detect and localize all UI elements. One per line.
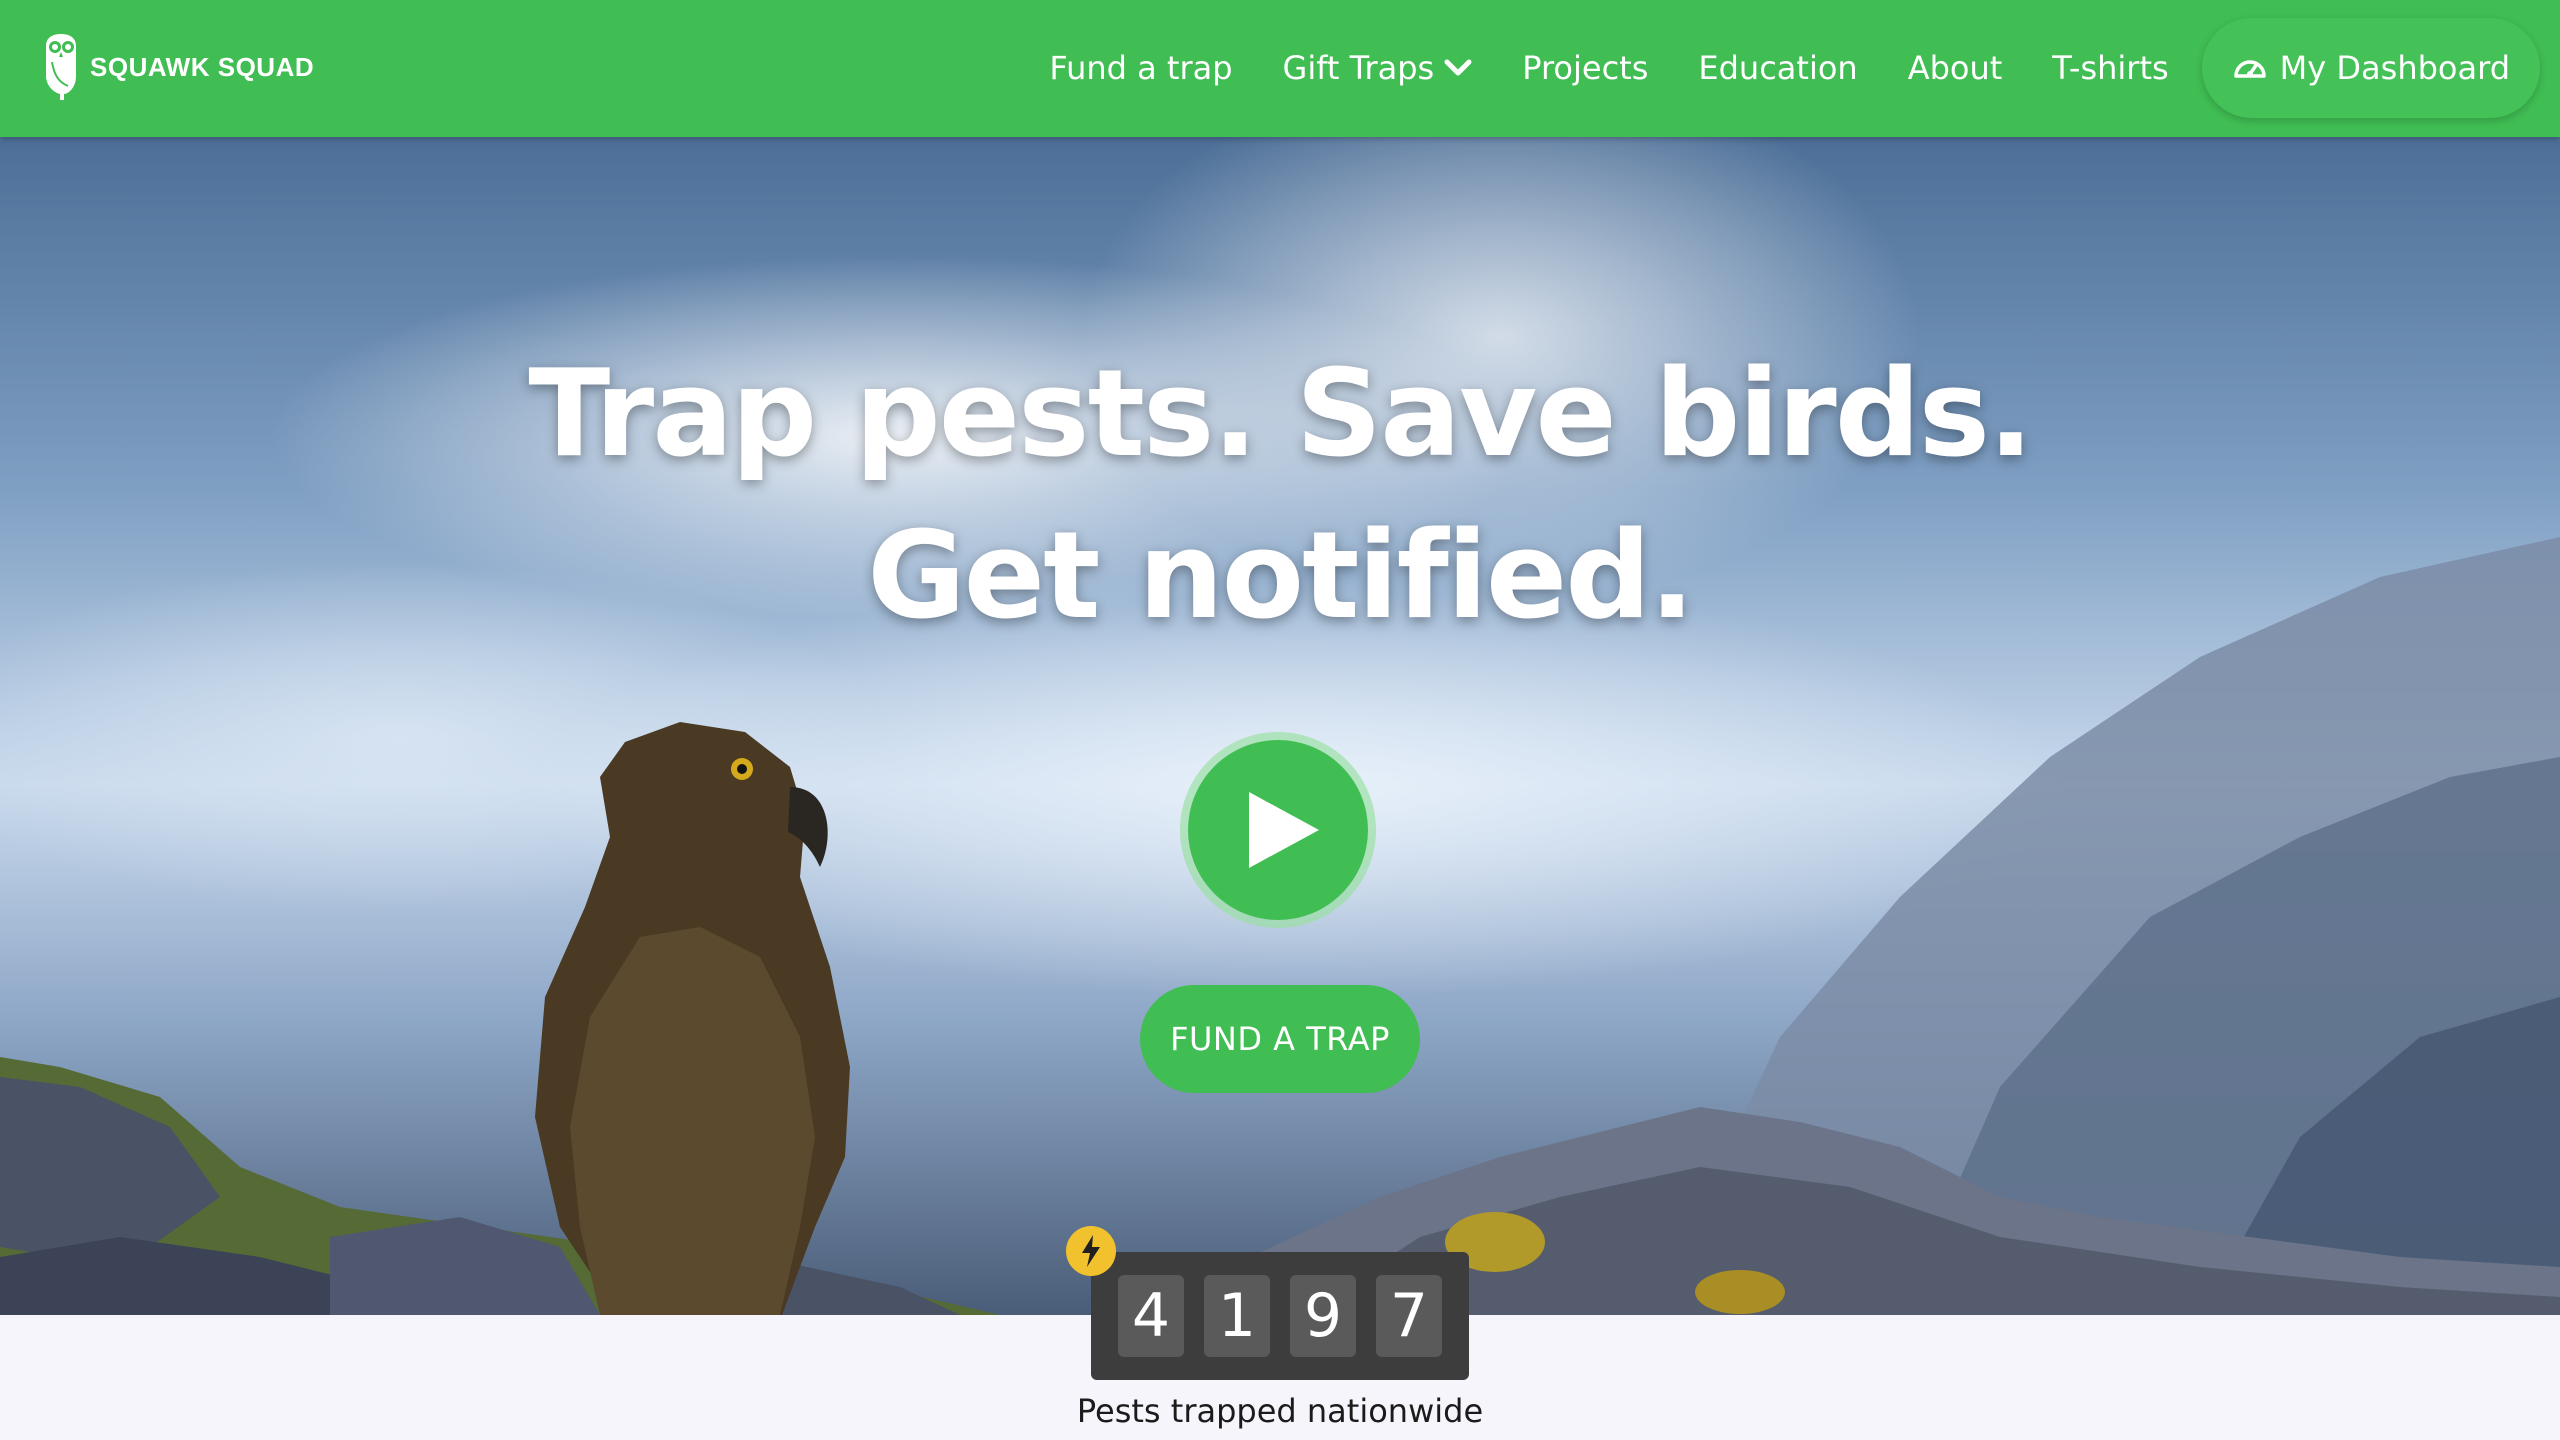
hero-headline-line1: Trap pests. Save birds.: [528, 345, 2033, 484]
nav-about[interactable]: About: [1883, 49, 2028, 87]
nav-label: Gift Traps: [1282, 49, 1435, 87]
brand-logo[interactable]: SQUAWK SQUAD: [38, 32, 314, 102]
nav-label: About: [1907, 49, 2003, 87]
nav-t-shirts[interactable]: T-shirts: [2027, 49, 2193, 87]
counter-digit: 1: [1204, 1275, 1270, 1357]
fund-a-trap-button[interactable]: FUND A TRAP: [1140, 985, 1420, 1093]
hero-background-photo: [0, 537, 2560, 1315]
nav-fund-a-trap[interactable]: Fund a trap: [1024, 49, 1257, 87]
nav-label: T-shirts: [2052, 49, 2169, 87]
nav-education[interactable]: Education: [1673, 49, 1882, 87]
dashboard-label: My Dashboard: [2279, 49, 2510, 87]
lightning-bolt-icon: [1066, 1226, 1116, 1276]
play-video-button[interactable]: [1188, 740, 1368, 920]
hero-headline-line2: Get notified.: [867, 507, 1695, 646]
counter-digit: 4: [1118, 1275, 1184, 1357]
nav-label: Projects: [1522, 49, 1649, 87]
counter-digit: 9: [1290, 1275, 1356, 1357]
nav-label: Fund a trap: [1049, 49, 1233, 87]
nav-gift-traps[interactable]: Gift Traps: [1258, 49, 1498, 87]
nav-projects[interactable]: Projects: [1497, 49, 1673, 87]
nav-label: Education: [1698, 49, 1858, 87]
owl-icon: [46, 34, 76, 100]
brand-name: SQUAWK SQUAD: [90, 51, 315, 82]
pests-trapped-counter: 4 1 9 7: [1091, 1252, 1469, 1380]
counter-digit: 7: [1376, 1275, 1442, 1357]
main-nav: Fund a trap Gift Traps Projects Educatio…: [1024, 18, 2540, 118]
site-header: SQUAWK SQUAD Fund a trap Gift Traps Proj…: [0, 0, 2560, 137]
kea-bird: [535, 722, 850, 1315]
play-icon: [1249, 792, 1319, 868]
counter-caption: Pests trapped nationwide: [1076, 1392, 1484, 1430]
my-dashboard-button[interactable]: My Dashboard: [2201, 18, 2540, 118]
chevron-down-icon: [1444, 59, 1472, 76]
hero-section: Trap pests. Save birds. Get notified. FU…: [0, 137, 2560, 1315]
dashboard-gauge-icon: [2233, 60, 2266, 78]
